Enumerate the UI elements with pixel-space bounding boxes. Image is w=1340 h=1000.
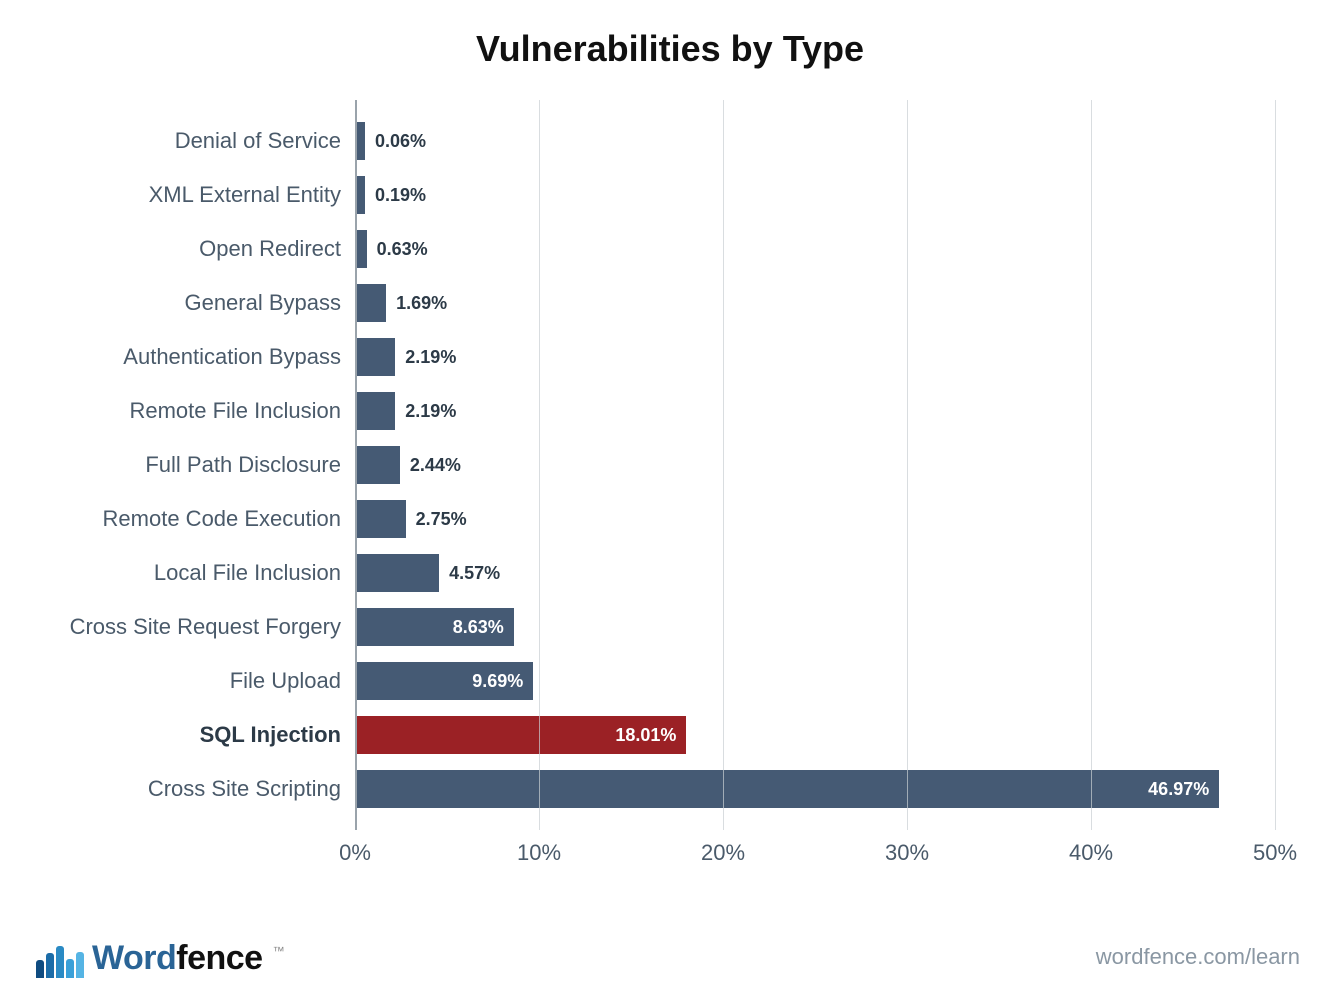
category-label: Cross Site Request Forgery <box>70 614 341 640</box>
x-tick-label: 20% <box>701 840 745 866</box>
bar-value-label: 2.19% <box>405 347 456 368</box>
category-label: XML External Entity <box>149 182 341 208</box>
bar-row: Local File Inclusion4.57% <box>355 546 1275 600</box>
brand-wordmark: Wordfence <box>92 939 263 978</box>
bar-fill <box>355 446 400 484</box>
bar-fill: 8.63% <box>355 608 514 646</box>
bar-fill <box>355 230 367 268</box>
chart-container: Vulnerabilities by Type Denial of Servic… <box>0 0 1340 1000</box>
category-label: Open Redirect <box>199 236 341 262</box>
bar-fill <box>355 500 406 538</box>
category-label: Remote Code Execution <box>103 506 341 532</box>
bar-fill <box>355 176 365 214</box>
bar-fill <box>355 554 439 592</box>
brand-word-b: fence <box>176 939 262 978</box>
bar-value-label: 0.06% <box>375 131 426 152</box>
category-label: Local File Inclusion <box>154 560 341 586</box>
bar-row: Remote Code Execution2.75% <box>355 492 1275 546</box>
brand-fence-icon <box>36 938 84 978</box>
x-tick-label: 30% <box>885 840 929 866</box>
bar: 2.19% <box>355 338 456 376</box>
bar-fill <box>355 392 395 430</box>
bar-row: Full Path Disclosure2.44% <box>355 438 1275 492</box>
bar-value-label: 2.75% <box>416 509 467 530</box>
gridline <box>355 100 357 830</box>
bar-row: Cross Site Scripting46.97% <box>355 762 1275 816</box>
bar-value-label: 0.63% <box>377 239 428 260</box>
bar-value-label: 8.63% <box>453 617 504 638</box>
gridline <box>907 100 908 830</box>
footer-link-text: wordfence.com/learn <box>1096 944 1300 970</box>
footer: Wordfence ™ wordfence.com/learn <box>0 920 1340 992</box>
bar-row: Authentication Bypass2.19% <box>355 330 1275 384</box>
bar-fill: 18.01% <box>355 716 686 754</box>
bar: 2.75% <box>355 500 467 538</box>
bar-value-label: 9.69% <box>472 671 523 692</box>
bar-row: XML External Entity0.19% <box>355 168 1275 222</box>
category-label: Remote File Inclusion <box>129 398 341 424</box>
bar: 9.69% <box>355 662 533 700</box>
gridline <box>539 100 540 830</box>
x-tick-label: 50% <box>1253 840 1297 866</box>
gridline <box>1275 100 1276 830</box>
bar: 0.06% <box>355 122 426 160</box>
plot-area: Denial of Service0.06%XML External Entit… <box>355 100 1275 880</box>
logo-bar <box>46 953 54 978</box>
gridline <box>723 100 724 830</box>
bar-row: File Upload9.69% <box>355 654 1275 708</box>
bar-fill: 9.69% <box>355 662 533 700</box>
category-label: SQL Injection <box>200 722 341 748</box>
bar: 2.44% <box>355 446 461 484</box>
x-tick-label: 40% <box>1069 840 1113 866</box>
logo-bar <box>56 946 64 978</box>
category-label: Full Path Disclosure <box>145 452 341 478</box>
bar: 0.19% <box>355 176 426 214</box>
category-label: File Upload <box>230 668 341 694</box>
logo-bar <box>66 959 74 978</box>
bar: 1.69% <box>355 284 447 322</box>
bar-value-label: 1.69% <box>396 293 447 314</box>
bar-fill: 46.97% <box>355 770 1219 808</box>
bar-value-label: 46.97% <box>1148 779 1209 800</box>
bar-row: Cross Site Request Forgery8.63% <box>355 600 1275 654</box>
category-label: General Bypass <box>184 290 341 316</box>
x-tick-label: 10% <box>517 840 561 866</box>
bar-fill <box>355 284 386 322</box>
bar-fill <box>355 338 395 376</box>
bar-row: Open Redirect0.63% <box>355 222 1275 276</box>
bar-value-label: 2.44% <box>410 455 461 476</box>
category-label: Cross Site Scripting <box>148 776 341 802</box>
brand-word-a: Word <box>92 939 176 978</box>
bar-row: General Bypass1.69% <box>355 276 1275 330</box>
bar-row: Denial of Service0.06% <box>355 114 1275 168</box>
gridline <box>1091 100 1092 830</box>
logo-bar <box>36 960 44 978</box>
brand-logo: Wordfence ™ <box>36 938 285 978</box>
bar-row: SQL Injection18.01% <box>355 708 1275 762</box>
logo-bar <box>76 952 84 978</box>
x-tick-label: 0% <box>339 840 371 866</box>
bar-value-label: 4.57% <box>449 563 500 584</box>
bar: 2.19% <box>355 392 456 430</box>
bar-value-label: 18.01% <box>615 725 676 746</box>
bar-row: Remote File Inclusion2.19% <box>355 384 1275 438</box>
bar-highlight: 18.01% <box>355 716 686 754</box>
bar-rows: Denial of Service0.06%XML External Entit… <box>355 114 1275 820</box>
category-label: Authentication Bypass <box>123 344 341 370</box>
trademark-icon: ™ <box>273 944 285 958</box>
x-axis-ticks: 0%10%20%30%40%50% <box>355 832 1275 880</box>
category-label: Denial of Service <box>175 128 341 154</box>
bar: 4.57% <box>355 554 500 592</box>
bar: 46.97% <box>355 770 1219 808</box>
bar-value-label: 0.19% <box>375 185 426 206</box>
bar: 0.63% <box>355 230 428 268</box>
bar-value-label: 2.19% <box>405 401 456 422</box>
chart-title: Vulnerabilities by Type <box>0 0 1340 70</box>
bar-fill <box>355 122 365 160</box>
bar: 8.63% <box>355 608 514 646</box>
